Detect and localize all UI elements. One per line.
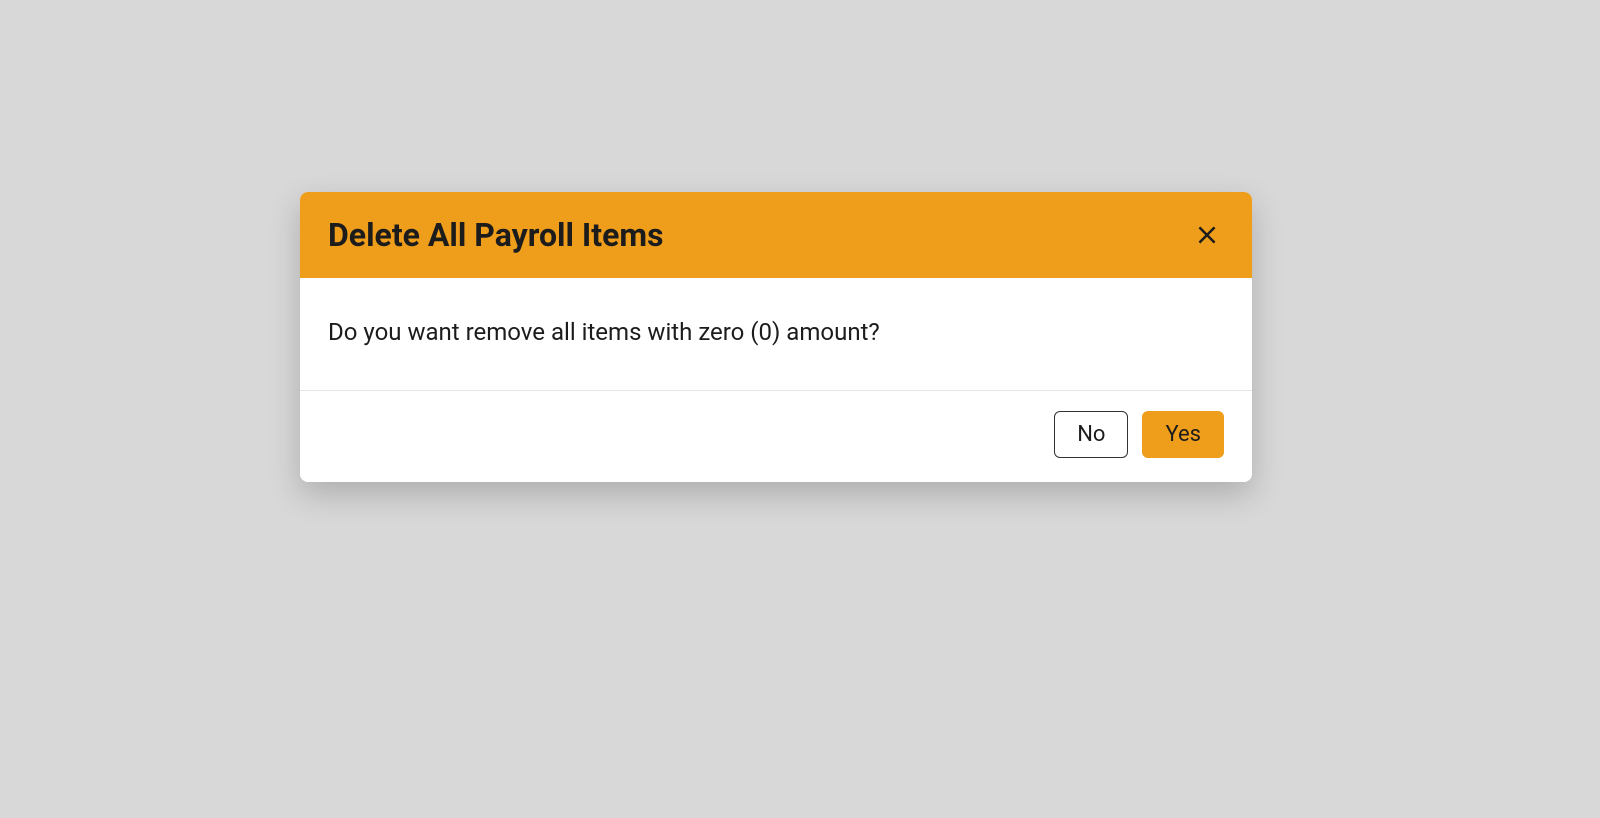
dialog-header: Delete All Payroll Items <box>300 192 1252 278</box>
dialog-message: Do you want remove all items with zero (… <box>328 314 1224 350</box>
yes-button[interactable]: Yes <box>1142 411 1224 458</box>
dialog-title: Delete All Payroll Items <box>328 216 664 254</box>
close-button[interactable] <box>1190 218 1224 252</box>
dialog-footer: No Yes <box>300 391 1252 482</box>
no-button[interactable]: No <box>1054 411 1128 458</box>
close-icon <box>1194 222 1220 248</box>
dialog-body: Do you want remove all items with zero (… <box>300 278 1252 391</box>
confirm-dialog: Delete All Payroll Items Do you want rem… <box>300 192 1252 482</box>
